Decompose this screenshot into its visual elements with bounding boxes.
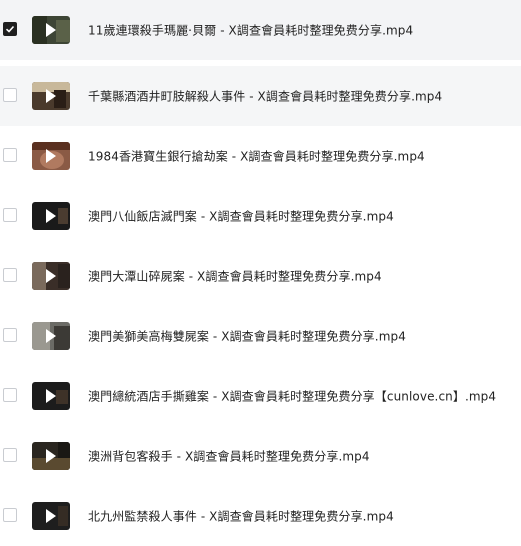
file-name[interactable]: 澳洲背包客殺手 - X調查會員耗时整理免费分享.mp4 bbox=[88, 448, 370, 465]
file-name[interactable]: 千葉縣酒酒井町肢解殺人事件 - X調查會員耗时整理免费分享.mp4 bbox=[88, 88, 442, 105]
play-icon bbox=[46, 89, 56, 103]
file-row[interactable]: 千葉縣酒酒井町肢解殺人事件 - X調查會員耗时整理免费分享.mp4 bbox=[0, 66, 521, 126]
checkmark-icon bbox=[5, 25, 15, 33]
file-checkbox[interactable] bbox=[3, 88, 17, 102]
file-row[interactable]: 1984香港寶生銀行搶劫案 - X調查會員耗时整理免费分享.mp4 bbox=[0, 126, 521, 186]
video-thumbnail[interactable] bbox=[32, 322, 70, 350]
file-name[interactable]: 北九州監禁殺人事件 - X調查會員耗时整理免费分享.mp4 bbox=[88, 508, 394, 525]
play-icon bbox=[46, 209, 56, 223]
file-name[interactable]: 1984香港寶生銀行搶劫案 - X調查會員耗时整理免费分享.mp4 bbox=[88, 148, 425, 165]
file-checkbox[interactable] bbox=[3, 148, 17, 162]
file-name[interactable]: 11歲連環殺手瑪麗·貝爾 - X調查會員耗时整理免费分享.mp4 bbox=[88, 22, 413, 39]
video-thumbnail[interactable] bbox=[32, 442, 70, 470]
play-icon bbox=[46, 149, 56, 163]
file-list: 11歲連環殺手瑪麗·貝爾 - X調查會員耗时整理免费分享.mp4 千葉縣酒酒井町… bbox=[0, 0, 521, 544]
file-checkbox[interactable] bbox=[3, 22, 17, 36]
video-thumbnail[interactable] bbox=[32, 502, 70, 530]
play-icon bbox=[46, 269, 56, 283]
video-thumbnail[interactable] bbox=[32, 16, 70, 44]
file-checkbox[interactable] bbox=[3, 448, 17, 462]
video-thumbnail[interactable] bbox=[32, 262, 70, 290]
file-row[interactable]: 澳洲背包客殺手 - X調查會員耗时整理免费分享.mp4 bbox=[0, 426, 521, 486]
video-thumbnail[interactable] bbox=[32, 382, 70, 410]
file-checkbox[interactable] bbox=[3, 268, 17, 282]
file-checkbox[interactable] bbox=[3, 508, 17, 522]
file-checkbox[interactable] bbox=[3, 388, 17, 402]
file-checkbox[interactable] bbox=[3, 328, 17, 342]
file-row[interactable]: 澳門美獅美高梅雙屍案 - X調查會員耗时整理免费分享.mp4 bbox=[0, 306, 521, 366]
file-row[interactable]: 11歲連環殺手瑪麗·貝爾 - X調查會員耗时整理免费分享.mp4 bbox=[0, 0, 521, 60]
file-row[interactable]: 澳門總統酒店手撕雞案 - X調查會員耗时整理免费分享【cunlove.cn】.m… bbox=[0, 366, 521, 426]
play-icon bbox=[46, 329, 56, 343]
file-name[interactable]: 澳門總統酒店手撕雞案 - X調查會員耗时整理免费分享【cunlove.cn】.m… bbox=[88, 388, 496, 405]
file-name[interactable]: 澳門大潭山碎屍案 - X調查會員耗时整理免费分享.mp4 bbox=[88, 268, 382, 285]
play-icon bbox=[46, 509, 56, 523]
file-name[interactable]: 澳門八仙飯店滅門案 - X調查會員耗时整理免费分享.mp4 bbox=[88, 208, 394, 225]
file-row[interactable]: 澳門大潭山碎屍案 - X調查會員耗时整理免费分享.mp4 bbox=[0, 246, 521, 306]
file-row[interactable]: 北九州監禁殺人事件 - X調查會員耗时整理免费分享.mp4 bbox=[0, 486, 521, 546]
video-thumbnail[interactable] bbox=[32, 142, 70, 170]
play-icon bbox=[46, 389, 56, 403]
play-icon bbox=[46, 449, 56, 463]
video-thumbnail[interactable] bbox=[32, 82, 70, 110]
file-row[interactable]: 澳門八仙飯店滅門案 - X調查會員耗时整理免费分享.mp4 bbox=[0, 186, 521, 246]
play-icon bbox=[46, 23, 56, 37]
video-thumbnail[interactable] bbox=[32, 202, 70, 230]
file-name[interactable]: 澳門美獅美高梅雙屍案 - X調查會員耗时整理免费分享.mp4 bbox=[88, 328, 406, 345]
file-checkbox[interactable] bbox=[3, 208, 17, 222]
